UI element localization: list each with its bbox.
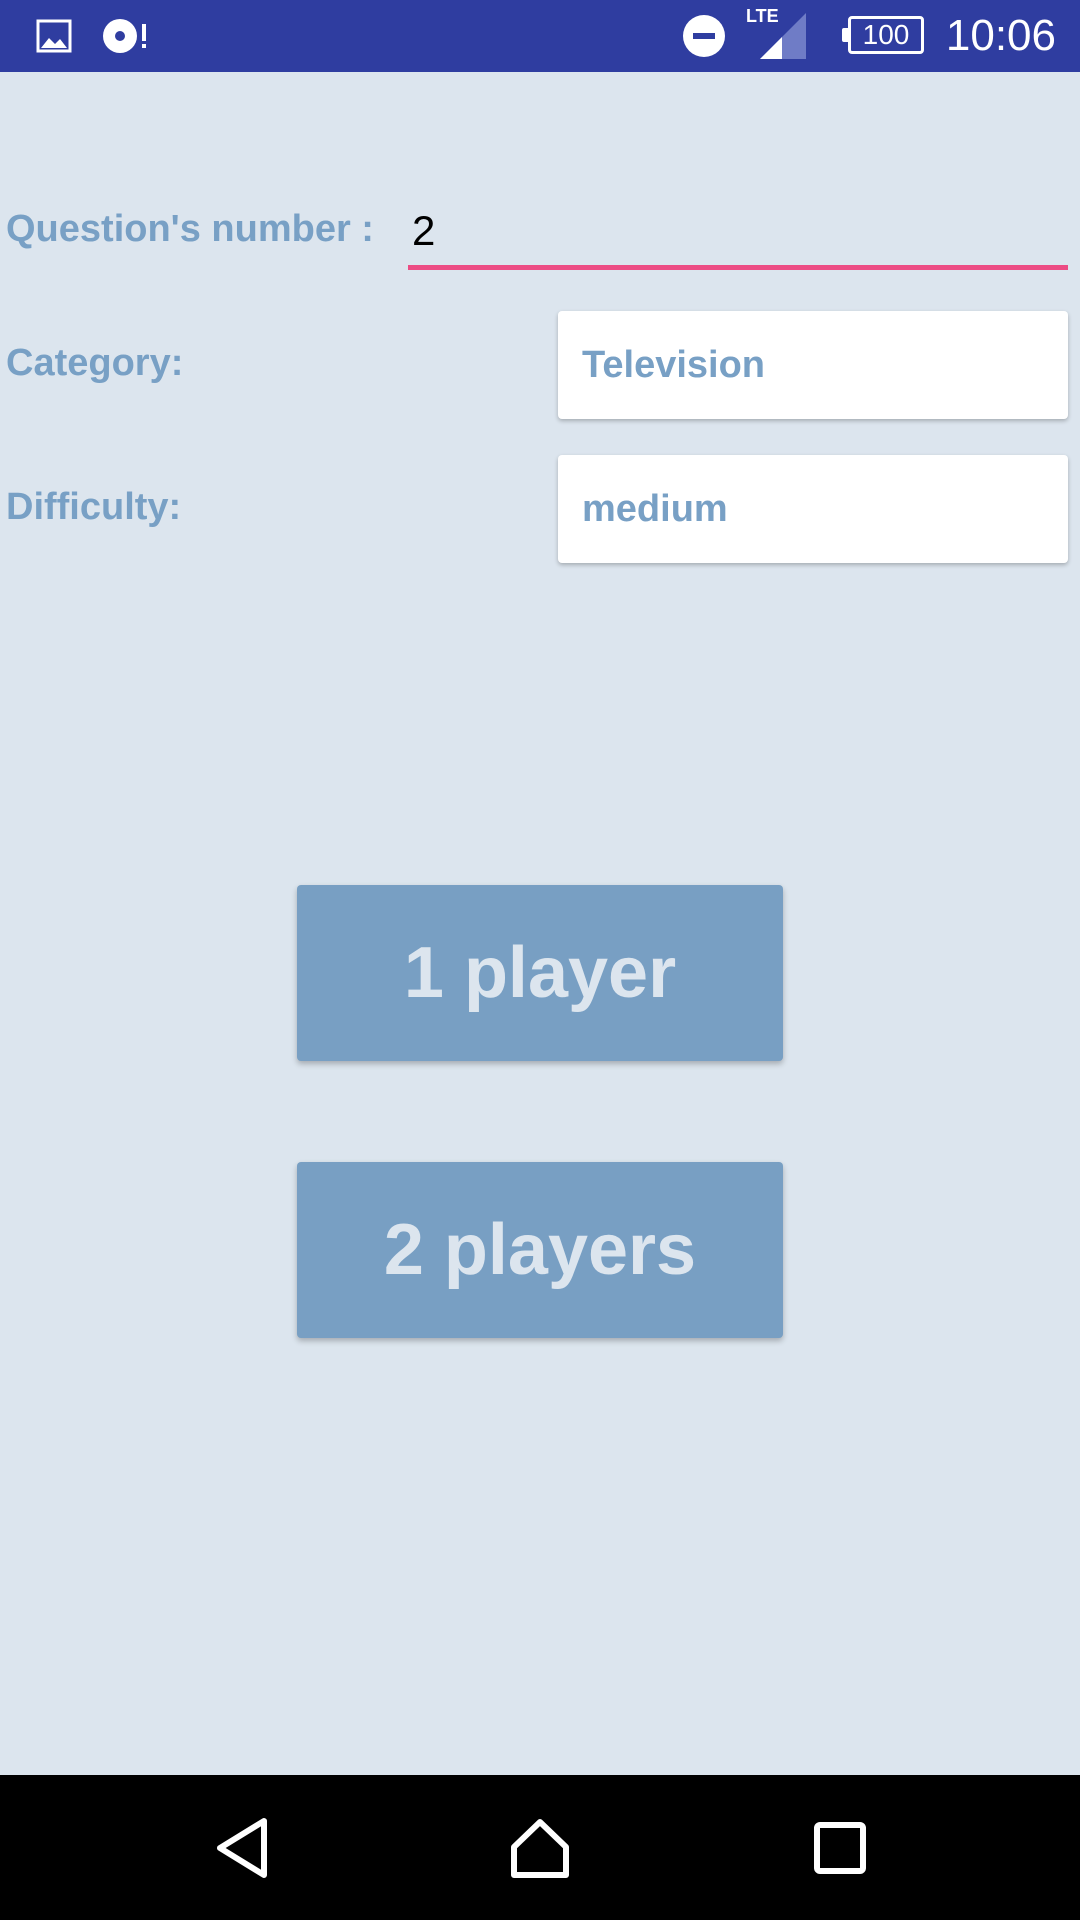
difficulty-value: medium xyxy=(582,487,728,530)
difficulty-label: Difficulty: xyxy=(6,486,182,528)
do-not-disturb-icon xyxy=(682,0,726,72)
signal-icon xyxy=(758,0,808,72)
question-number-label: Question's number : xyxy=(6,208,374,250)
difficulty-select[interactable]: medium xyxy=(558,455,1068,563)
image-icon xyxy=(36,0,72,72)
category-label: Category: xyxy=(6,342,184,384)
question-number-input[interactable] xyxy=(408,196,1068,270)
back-icon[interactable] xyxy=(162,1775,322,1920)
recents-icon[interactable] xyxy=(760,1775,920,1920)
battery-level: 100 xyxy=(862,19,910,50)
battery-icon: 100 xyxy=(842,16,924,54)
music-icon xyxy=(102,0,148,72)
two-players-button[interactable]: 2 players xyxy=(297,1162,783,1338)
category-select[interactable]: Television xyxy=(558,311,1068,419)
navigation-bar xyxy=(0,1775,1080,1920)
status-time: 10:06 xyxy=(945,11,1056,60)
home-icon[interactable] xyxy=(460,1775,620,1920)
status-bar: LTE 100 10:06 xyxy=(0,0,1080,72)
category-value: Television xyxy=(582,343,766,386)
one-player-button[interactable]: 1 player xyxy=(297,885,783,1061)
